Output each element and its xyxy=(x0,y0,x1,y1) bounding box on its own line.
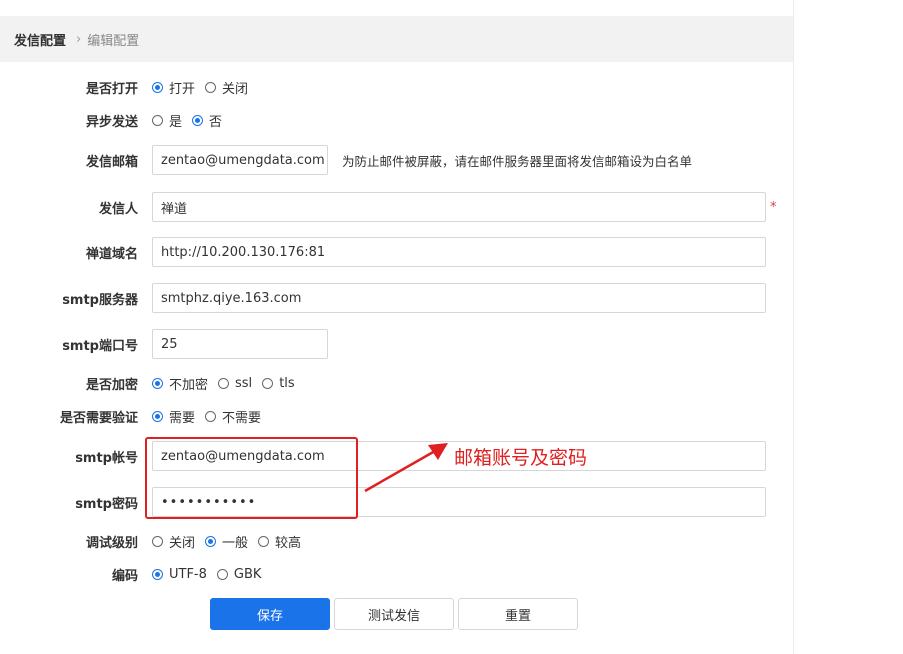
need-auth-option-no[interactable]: 不需要 xyxy=(205,407,261,426)
turn-on-option-off[interactable]: 关闭 xyxy=(205,78,248,97)
async-send-option-no[interactable]: 否 xyxy=(192,111,222,130)
radio-unchecked-icon[interactable] xyxy=(152,114,163,126)
radio-unchecked-icon[interactable] xyxy=(205,410,217,422)
async-send-option-yes[interactable]: 是 xyxy=(152,111,182,130)
smtp-port-input[interactable]: 25 xyxy=(152,329,328,359)
smtp-server-input[interactable]: smtphz.qiye.163.com xyxy=(152,283,766,313)
radio-checked-icon[interactable] xyxy=(152,81,163,93)
debug-level-option-normal[interactable]: 一般 xyxy=(205,532,248,551)
encryption-label: 是否加密 xyxy=(85,377,138,393)
debug-level-option-off[interactable]: 关闭 xyxy=(152,532,195,551)
radio-unchecked-icon[interactable] xyxy=(216,568,228,580)
annotation-highlight-box xyxy=(145,437,358,519)
smtp-account-label: smtp帐号 xyxy=(75,450,138,466)
debug-level-label: 调试级别 xyxy=(85,535,138,551)
smtp-port-label: smtp端口号 xyxy=(62,338,138,354)
domain-input[interactable]: http://10.200.130.176:81 xyxy=(152,237,766,267)
sender-name-input[interactable]: 禅道 xyxy=(152,192,766,222)
smtp-password-label: smtp密码 xyxy=(75,496,138,512)
turn-on-label: 是否打开 xyxy=(85,81,138,97)
domain-label: 禅道域名 xyxy=(85,246,138,262)
radio-checked-icon[interactable] xyxy=(152,568,163,580)
async-send-row: 异步发送 是 否 xyxy=(0,104,793,136)
encryption-option-none[interactable]: 不加密 xyxy=(152,374,208,393)
debug-level-row: 调试级别 关闭 一般 较高 xyxy=(0,525,793,557)
breadcrumb-main[interactable]: 发信配置 xyxy=(14,30,66,49)
need-auth-label: 是否需要验证 xyxy=(59,410,138,426)
required-mark: * xyxy=(770,199,777,215)
sender-email-row: 发信邮箱 zentao@umengdata.com 为防止邮件被屏蔽，请在邮件服… xyxy=(0,144,793,176)
encryption-option-tls[interactable]: tls xyxy=(262,376,295,391)
charset-option-utf8[interactable]: UTF-8 xyxy=(152,567,207,582)
chevron-right-icon: › xyxy=(76,31,82,47)
radio-checked-icon[interactable] xyxy=(192,114,204,126)
radio-checked-icon[interactable] xyxy=(205,535,217,547)
smtp-server-row: smtp服务器 smtphz.qiye.163.com xyxy=(0,282,793,314)
breadcrumb: 发信配置 › 编辑配置 xyxy=(0,16,793,62)
test-send-button[interactable]: 测试发信 xyxy=(334,598,454,630)
charset-row: 编码 UTF-8 GBK xyxy=(0,558,793,590)
sender-name-row: 发信人 禅道 * xyxy=(0,191,793,223)
radio-checked-icon[interactable] xyxy=(152,410,163,422)
radio-unchecked-icon[interactable] xyxy=(152,535,163,547)
sender-email-hint: 为防止邮件被屏蔽，请在邮件服务器里面将发信邮箱设为白名单 xyxy=(342,153,693,169)
charset-option-gbk[interactable]: GBK xyxy=(216,567,261,582)
radio-checked-icon[interactable] xyxy=(152,377,163,389)
reset-button[interactable]: 重置 xyxy=(458,598,578,630)
annotation-text: 邮箱账号及密码 xyxy=(454,447,588,469)
need-auth-option-yes[interactable]: 需要 xyxy=(152,407,195,426)
need-auth-row: 是否需要验证 需要 不需要 xyxy=(0,400,793,432)
turn-on-row: 是否打开 打开 关闭 xyxy=(0,71,793,103)
radio-unchecked-icon[interactable] xyxy=(218,377,230,389)
sender-name-label: 发信人 xyxy=(98,201,138,217)
radio-unchecked-icon[interactable] xyxy=(262,377,274,389)
smtp-port-row: smtp端口号 25 xyxy=(0,328,793,360)
debug-level-option-high[interactable]: 较高 xyxy=(258,532,301,551)
charset-label: 编码 xyxy=(111,568,138,584)
radio-unchecked-icon[interactable] xyxy=(258,535,270,547)
async-send-label: 异步发送 xyxy=(85,114,138,130)
sender-email-input[interactable]: zentao@umengdata.com xyxy=(152,145,328,175)
turn-on-option-on[interactable]: 打开 xyxy=(152,78,195,97)
config-panel: 发信配置 › 编辑配置 是否打开 打开 关闭 异步发送 是 否 发信邮箱 zen… xyxy=(0,0,794,654)
save-button[interactable]: 保存 xyxy=(210,598,330,630)
breadcrumb-current: 编辑配置 xyxy=(87,33,140,49)
smtp-server-label: smtp服务器 xyxy=(62,292,138,308)
radio-unchecked-icon[interactable] xyxy=(205,81,217,93)
domain-row: 禅道域名 http://10.200.130.176:81 xyxy=(0,236,793,268)
encryption-option-ssl[interactable]: ssl xyxy=(218,376,252,391)
encryption-row: 是否加密 不加密 ssl tls xyxy=(0,367,793,399)
sender-email-label: 发信邮箱 xyxy=(85,154,138,170)
annotation-arrow-icon xyxy=(364,443,448,493)
